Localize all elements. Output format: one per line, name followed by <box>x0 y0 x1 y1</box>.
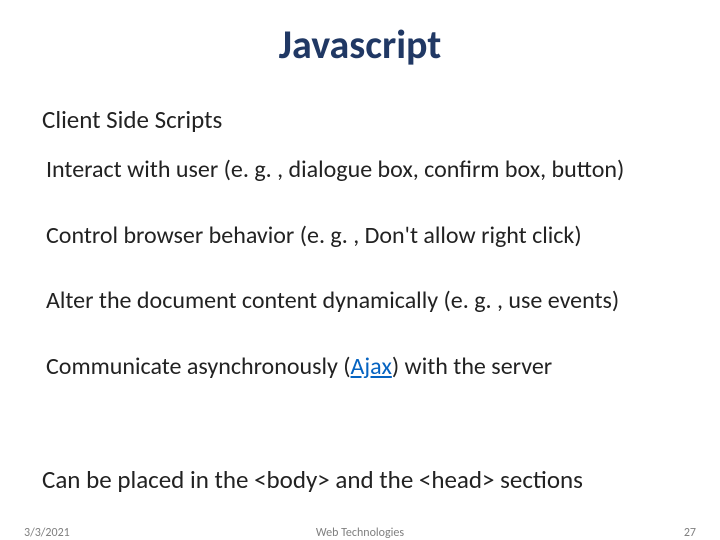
bullet-item: Communicate asynchronously (Ajax) with t… <box>46 353 686 381</box>
bullet-list: Interact with user (e. g. , dialogue box… <box>46 156 686 418</box>
bullet-item: Alter the document content dynamically (… <box>46 287 686 315</box>
slide-subtitle: Client Side Scripts <box>42 104 222 135</box>
bullet-item: Control browser behavior (e. g. , Don't … <box>46 222 686 250</box>
footer-page-number: 27 <box>684 526 696 540</box>
bullet-item: Interact with user (e. g. , dialogue box… <box>46 156 686 184</box>
bullet-prefix: Communicate asynchronously ( <box>46 352 351 381</box>
placement-note: Can be placed in the <body> and the <hea… <box>42 464 583 495</box>
slide-title: Javascript <box>0 20 720 69</box>
footer-center: Web Technologies <box>0 526 720 540</box>
bullet-suffix: ) with the server <box>392 352 552 381</box>
ajax-link[interactable]: Ajax <box>351 352 392 381</box>
